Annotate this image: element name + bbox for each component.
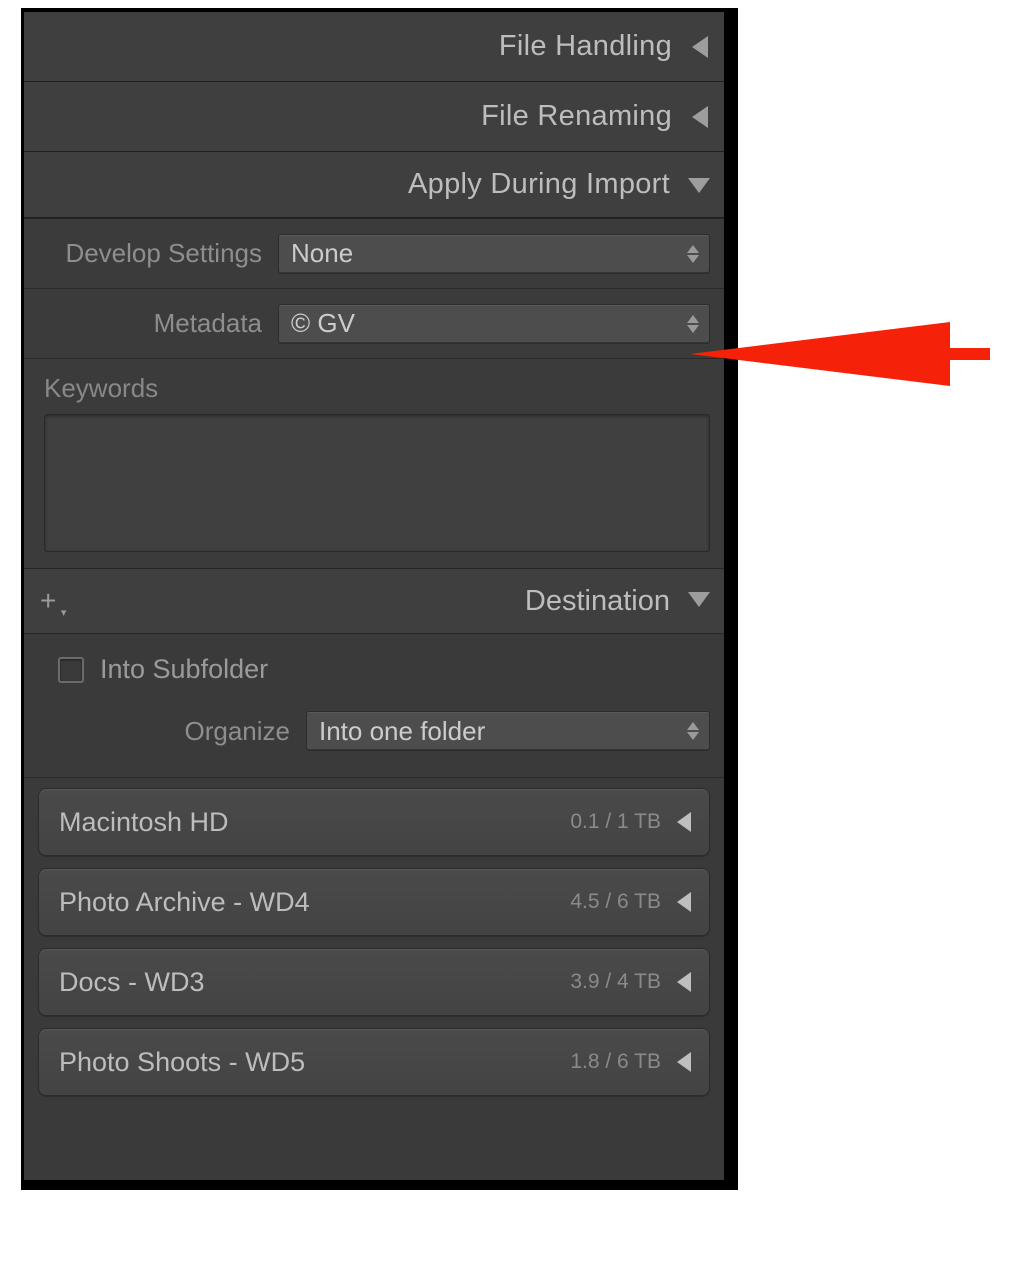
develop-settings-dropdown[interactable]: None — [278, 234, 710, 274]
drive-item[interactable]: Photo Shoots - WD5 1.8 / 6 TB — [38, 1028, 710, 1096]
keywords-section: Keywords — [24, 359, 724, 568]
section-file-handling[interactable]: File Handling — [24, 12, 724, 82]
triangle-down-icon — [688, 590, 710, 613]
chevron-down-icon: ▾ — [61, 608, 67, 619]
into-subfolder-row: Into Subfolder — [38, 644, 710, 711]
into-subfolder-checkbox[interactable] — [58, 657, 84, 683]
stepper-icon — [683, 310, 703, 338]
section-title: File Handling — [499, 30, 672, 63]
stepper-icon — [683, 717, 703, 745]
develop-settings-label: Develop Settings — [38, 238, 278, 269]
triangle-left-icon — [675, 812, 693, 832]
stepper-icon — [683, 240, 703, 268]
drive-size: 4.5 / 6 TB — [570, 890, 661, 914]
keywords-input[interactable] — [44, 414, 710, 552]
section-title: Destination — [525, 585, 670, 618]
drive-item[interactable]: Docs - WD3 3.9 / 4 TB — [38, 948, 710, 1016]
organize-label: Organize — [38, 716, 306, 747]
organize-dropdown[interactable]: Into one folder — [306, 711, 710, 751]
drive-item[interactable]: Photo Archive - WD4 4.5 / 6 TB — [38, 868, 710, 936]
triangle-left-icon — [675, 972, 693, 992]
section-destination[interactable]: +▾ Destination — [24, 568, 724, 634]
triangle-left-icon — [690, 106, 710, 128]
destination-body: Into Subfolder Organize Into one folder — [24, 634, 724, 777]
develop-settings-row: Develop Settings None — [24, 219, 724, 289]
drive-name: Photo Shoots - WD5 — [59, 1047, 305, 1078]
section-apply-during-import[interactable]: Apply During Import — [24, 152, 724, 218]
drive-size: 0.1 / 1 TB — [570, 810, 661, 834]
keywords-label: Keywords — [44, 373, 710, 404]
drive-list: Macintosh HD 0.1 / 1 TB Photo Archive - … — [24, 777, 724, 1106]
add-folder-icon[interactable]: +▾ — [38, 587, 56, 615]
drive-size: 3.9 / 4 TB — [570, 970, 661, 994]
right-panel: File Handling File Renaming Apply During… — [21, 8, 738, 1190]
panel-inner: File Handling File Renaming Apply During… — [24, 12, 724, 1180]
drive-name: Macintosh HD — [59, 807, 229, 838]
apply-during-import-body: Develop Settings None Metadata © GV — [24, 218, 724, 568]
section-title: Apply During Import — [408, 168, 670, 201]
triangle-left-icon — [675, 892, 693, 912]
section-file-renaming[interactable]: File Renaming — [24, 82, 724, 152]
drive-size: 1.8 / 6 TB — [570, 1050, 661, 1074]
metadata-label: Metadata — [38, 308, 278, 339]
metadata-dropdown[interactable]: © GV — [278, 304, 710, 344]
dropdown-value: None — [291, 238, 353, 269]
triangle-left-icon — [690, 36, 710, 58]
triangle-down-icon — [688, 176, 710, 194]
drive-item[interactable]: Macintosh HD 0.1 / 1 TB — [38, 788, 710, 856]
dropdown-value: © GV — [291, 308, 355, 339]
section-title: File Renaming — [481, 100, 672, 133]
metadata-row: Metadata © GV — [24, 289, 724, 359]
organize-row: Organize Into one folder — [38, 711, 710, 771]
drive-name: Docs - WD3 — [59, 967, 205, 998]
triangle-left-icon — [675, 1052, 693, 1072]
into-subfolder-label: Into Subfolder — [100, 654, 268, 685]
dropdown-value: Into one folder — [319, 716, 485, 747]
drive-name: Photo Archive - WD4 — [59, 887, 310, 918]
